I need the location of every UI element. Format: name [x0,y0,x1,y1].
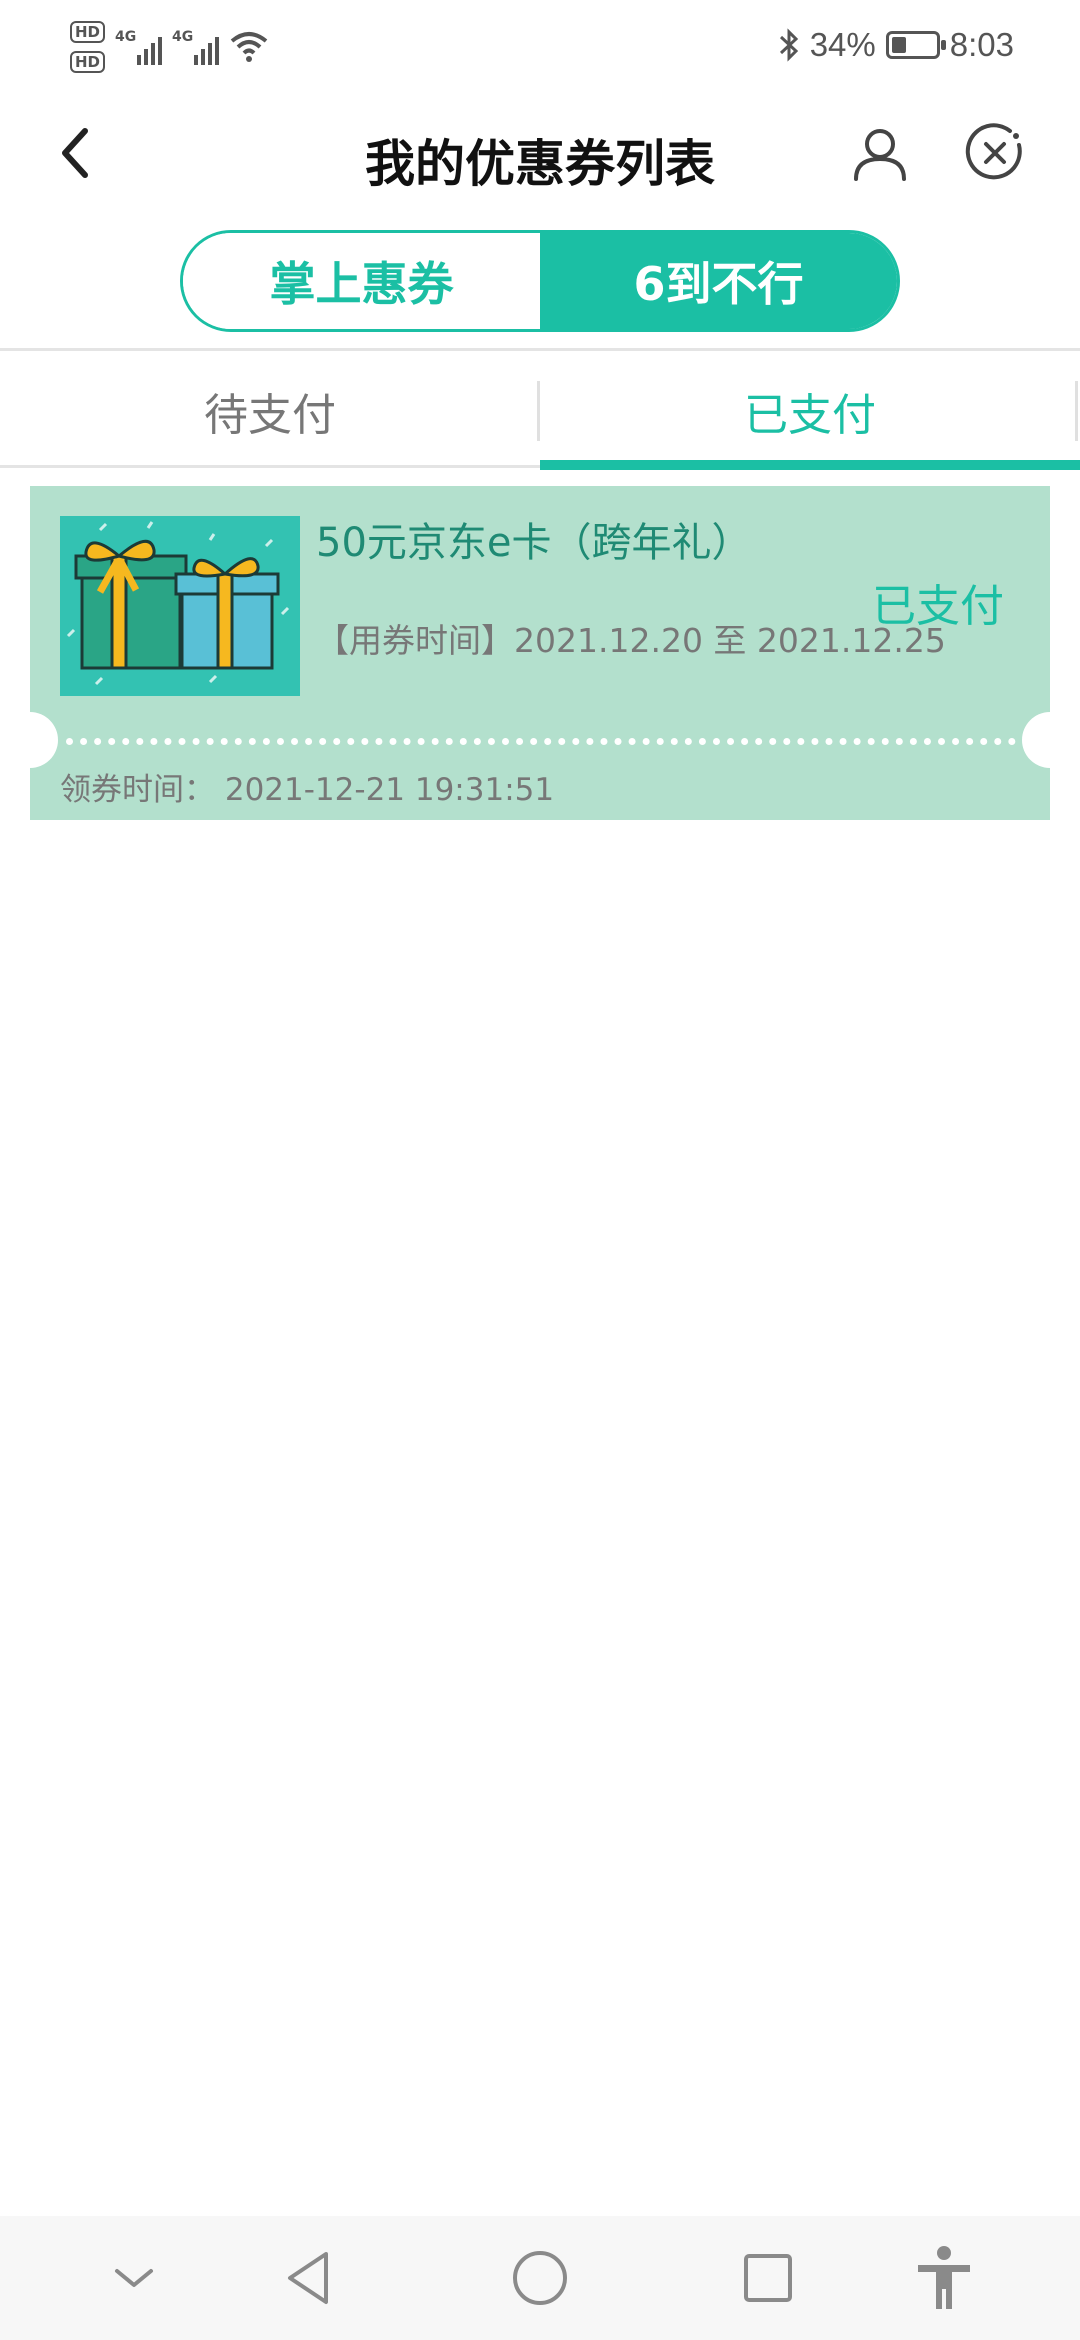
nav-collapse-button[interactable] [92,2236,176,2320]
user-button[interactable] [845,118,915,188]
battery-icon [885,31,946,59]
tab-pending-payment[interactable]: 待支付 [0,351,540,471]
signal-2-icon: 4G [172,29,220,65]
system-nav-bar [0,2216,1080,2340]
sim1-hd-badge: HD [70,21,106,43]
user-icon [854,129,906,181]
nav-back-button[interactable] [266,2236,350,2320]
payment-status-tabs: 待支付 已支付 [0,351,1080,471]
close-button[interactable] [960,118,1030,188]
page-title: 我的优惠券列表 [365,135,715,193]
segment-6-daobuxing[interactable]: 6到不行 [540,233,897,329]
tab-separator [537,381,540,441]
bluetooth-icon [779,28,798,62]
coupon-receive-time: 领券时间： 2021-12-21 19:31:51 [60,772,555,808]
ticket-notch-left [30,712,58,768]
coupon-card[interactable]: 50元京东e卡（跨年礼） 已支付 【用券时间】2021.12.20 至 2021… [30,486,1050,820]
app-header: 我的优惠券列表 [0,100,1080,210]
nav-recents-icon [744,2254,792,2302]
wifi-icon [230,32,268,62]
perforation-line [66,738,1016,745]
status-left: HD HD 4G 4G [70,16,269,78]
battery-percent: 34% [809,26,876,63]
nav-back-icon [288,2252,328,2304]
status-right: 34% 8:03 [778,20,1014,70]
status-bar: HD HD 4G 4G 34% 8:03 [0,0,1080,92]
coupon-source-switch: 掌上惠券 6到不行 [180,230,900,332]
accessibility-button[interactable] [902,2236,986,2320]
gift-box-image [60,516,300,696]
signal-1-icon: 4G [115,29,163,65]
tab-separator-right [1075,381,1078,441]
tab-baseline [0,465,540,468]
gift-icon [66,521,290,686]
nav-down-icon [115,2269,153,2287]
coupon-valid-period: 【用券时间】2021.12.20 至 2021.12.25 [316,621,946,660]
battery-fill [891,37,906,53]
screen: HD HD 4G 4G 34% 8:03 我的优惠券列表 掌上惠券 6到不行 待… [0,0,1080,2340]
tab-paid[interactable]: 已支付 [540,351,1080,471]
coupon-name: 50元京东e卡（跨年礼） [316,520,752,566]
segment-palm-coupons[interactable]: 掌上惠券 [183,233,540,329]
accessibility-icon [918,2246,970,2309]
close-circle-icon [965,123,1022,180]
nav-home-button[interactable] [498,2236,582,2320]
network-type-1: 4G [115,29,137,45]
active-tab-indicator [540,460,1080,470]
sim2-hd-badge: HD [70,51,106,73]
network-type-2: 4G [172,29,194,45]
nav-home-icon [513,2251,567,2305]
ticket-notch-right [1022,712,1050,768]
clock: 8:03 [949,26,1014,63]
sim-indicators: HD HD [70,21,106,73]
nav-recents-button[interactable] [726,2236,810,2320]
